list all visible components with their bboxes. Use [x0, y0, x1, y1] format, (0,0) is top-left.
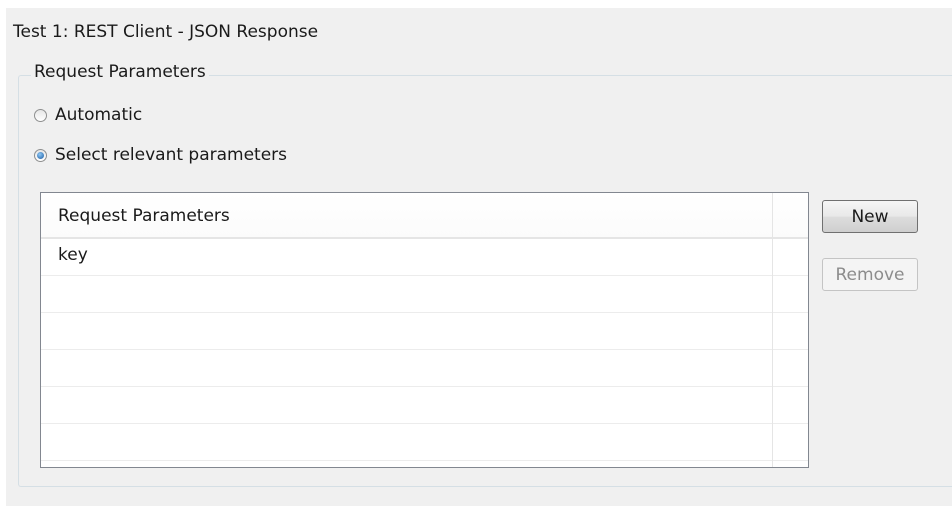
page-title: Test 1: REST Client - JSON Response [13, 22, 319, 42]
radio-automatic[interactable]: Automatic [34, 103, 142, 127]
table-header[interactable]: Request Parameters [41, 193, 808, 239]
group-legend: Request Parameters [31, 62, 209, 82]
radio-checked-icon[interactable] [34, 148, 47, 162]
table-row[interactable] [41, 313, 808, 350]
radio-select-relevant-label: Select relevant parameters [55, 145, 288, 165]
radio-automatic-label: Automatic [55, 105, 143, 125]
table-row[interactable] [41, 350, 808, 387]
table-row[interactable] [41, 424, 808, 461]
table-row[interactable]: key [41, 239, 808, 276]
radio-unchecked-icon[interactable] [34, 108, 47, 122]
table-row[interactable] [41, 276, 808, 313]
table-cell[interactable]: key [58, 245, 88, 265]
table-body: key [41, 239, 808, 461]
column-separator[interactable] [772, 193, 773, 467]
new-button[interactable]: New [822, 200, 918, 233]
request-parameters-table[interactable]: Request Parameters key [40, 192, 809, 468]
column-header-request-parameters[interactable]: Request Parameters [58, 206, 230, 226]
remove-button[interactable]: Remove [822, 258, 918, 291]
table-row[interactable] [41, 387, 808, 424]
radio-select-relevant[interactable]: Select relevant parameters [34, 143, 287, 167]
